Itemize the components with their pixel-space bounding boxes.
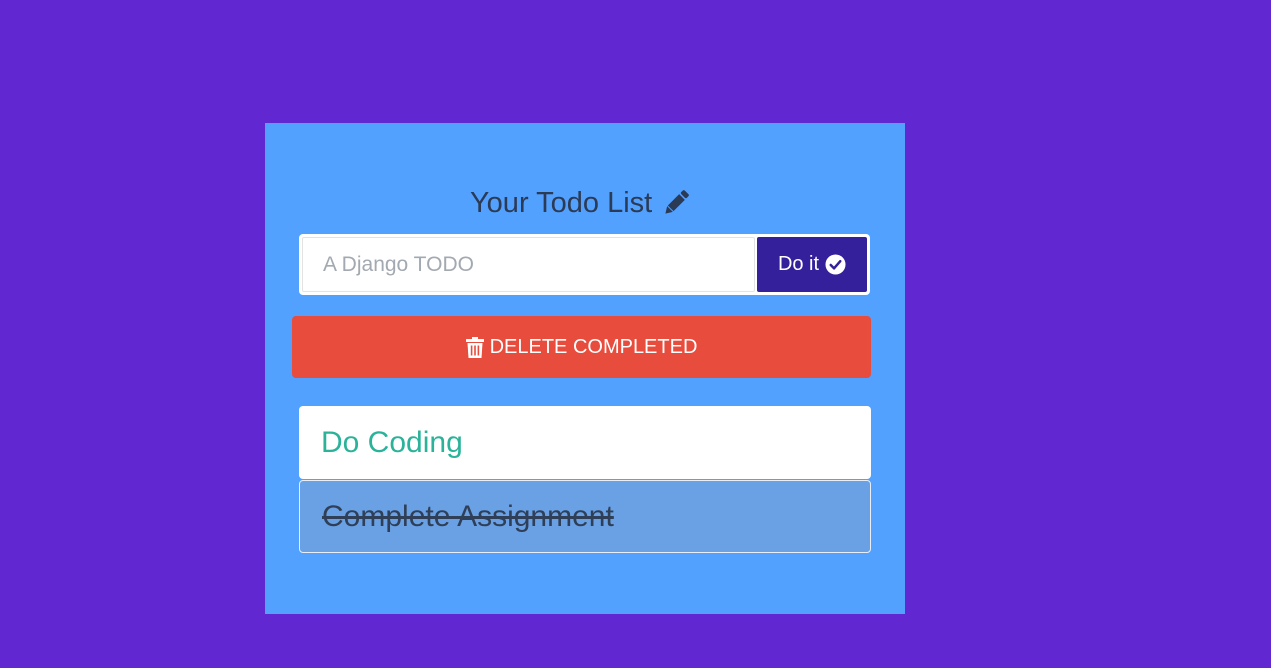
do-it-label: Do it	[777, 253, 820, 275]
delete-completed-label: DELETE COMPLETED	[489, 335, 698, 358]
page-title: Your Todo List	[470, 186, 692, 220]
trash-icon	[465, 336, 484, 358]
add-todo-form: Do it	[299, 234, 870, 295]
todo-item[interactable]: Do Coding	[299, 406, 871, 479]
do-it-button[interactable]: Do it	[757, 237, 867, 292]
todo-item-text: Complete Assignment	[322, 499, 614, 533]
delete-completed-button[interactable]: DELETE COMPLETED	[292, 316, 871, 378]
pencil-icon	[660, 187, 692, 219]
todo-card: Your Todo List Do it	[265, 123, 905, 614]
todo-input[interactable]	[302, 237, 755, 292]
todo-list: Do Coding Complete Assignment	[299, 406, 871, 553]
check-circle-icon	[825, 254, 846, 275]
page-title-text: Your Todo List	[470, 186, 653, 219]
page-background: Your Todo List Do it	[0, 0, 1271, 668]
todo-item-completed[interactable]: Complete Assignment	[299, 480, 871, 553]
todo-item-text: Do Coding	[321, 425, 463, 459]
